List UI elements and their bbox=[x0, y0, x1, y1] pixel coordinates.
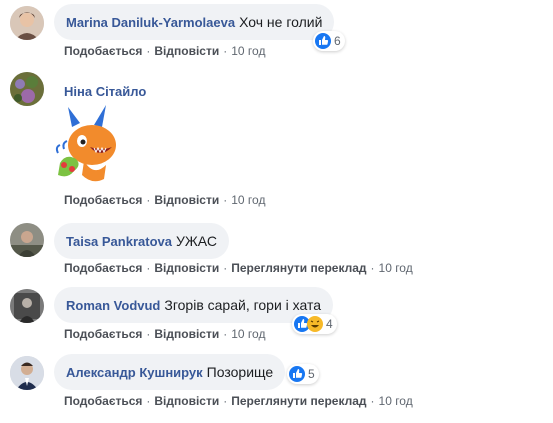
like-link[interactable]: Подобається bbox=[64, 193, 142, 207]
comment-author[interactable]: Ніна Сітайло bbox=[64, 84, 146, 99]
reply-link[interactable]: Відповісти bbox=[154, 44, 219, 58]
timestamp[interactable]: 10 год bbox=[231, 327, 265, 341]
comment-author[interactable]: Александр Кушнирук bbox=[66, 365, 203, 380]
comment-bubble: Александр Кушнирук Позорище bbox=[54, 354, 286, 390]
comment-bubble: Marina Daniluk-Yarmolaeva Хоч не голий bbox=[54, 4, 335, 40]
like-reaction-icon bbox=[289, 366, 305, 382]
see-translation-link[interactable]: Переглянути переклад bbox=[231, 261, 366, 275]
separator: · bbox=[223, 44, 228, 58]
timestamp[interactable]: 10 год bbox=[231, 193, 265, 207]
comment-actions: Подобається · Відповісти · 10 год bbox=[64, 327, 265, 341]
separator: · bbox=[223, 394, 228, 408]
separator: · bbox=[146, 394, 151, 408]
like-link[interactable]: Подобається bbox=[64, 394, 142, 408]
avatar[interactable] bbox=[10, 223, 44, 257]
reaction-summary[interactable]: 4 bbox=[292, 314, 337, 334]
reaction-summary[interactable]: 6 bbox=[313, 31, 345, 51]
comment-actions: Подобається · Відповісти · Переглянути перек… bbox=[64, 261, 413, 275]
separator: · bbox=[146, 327, 151, 341]
comment-text: Згорів сарай, гори і хата bbox=[164, 297, 322, 313]
reaction-count: 4 bbox=[326, 317, 333, 331]
comment-text: Позорище bbox=[206, 364, 274, 380]
separator: · bbox=[146, 44, 151, 58]
comment-author[interactable]: Taisa Pankratova bbox=[66, 234, 172, 249]
reaction-summary[interactable]: 5 bbox=[287, 364, 319, 384]
timestamp[interactable]: 10 год bbox=[379, 261, 413, 275]
comment-author[interactable]: Roman Vodvud bbox=[66, 298, 160, 313]
avatar[interactable] bbox=[10, 289, 44, 323]
avatar[interactable] bbox=[10, 6, 44, 40]
comment-author[interactable]: Marina Daniluk-Yarmolaeva bbox=[66, 15, 235, 30]
reply-link[interactable]: Відповісти bbox=[154, 327, 219, 341]
comment-actions: Подобається · Відповісти · 10 год bbox=[64, 44, 265, 58]
haha-reaction-icon bbox=[307, 316, 323, 332]
reply-link[interactable]: Відповісти bbox=[154, 394, 219, 408]
separator: · bbox=[370, 394, 375, 408]
like-reaction-icon bbox=[315, 33, 331, 49]
reply-link[interactable]: Відповісти bbox=[154, 261, 219, 275]
separator: · bbox=[223, 327, 228, 341]
separator: · bbox=[370, 261, 375, 275]
reaction-count: 6 bbox=[334, 34, 341, 48]
separator: · bbox=[146, 193, 151, 207]
reaction-count: 5 bbox=[308, 367, 315, 381]
comment-text: УЖАС bbox=[175, 233, 217, 249]
separator: · bbox=[223, 261, 228, 275]
timestamp[interactable]: 10 год bbox=[231, 44, 265, 58]
comment-bubble: Taisa Pankratova УЖАС bbox=[54, 223, 229, 259]
separator: · bbox=[146, 261, 151, 275]
comment-bubble: Roman Vodvud Згорів сарай, гори і хата bbox=[54, 287, 334, 323]
comment-actions: Подобається · Відповісти · 10 год bbox=[64, 193, 265, 207]
avatar[interactable] bbox=[10, 356, 44, 390]
see-translation-link[interactable]: Переглянути переклад bbox=[231, 394, 366, 408]
avatar[interactable] bbox=[10, 72, 44, 106]
separator: · bbox=[223, 193, 228, 207]
like-link[interactable]: Подобається bbox=[64, 44, 142, 58]
dragon-sticker bbox=[54, 105, 124, 185]
comment-actions: Подобається · Відповісти · Переглянути перек… bbox=[64, 394, 413, 408]
comment-text: Хоч не голий bbox=[239, 14, 323, 30]
timestamp[interactable]: 10 год bbox=[379, 394, 413, 408]
like-link[interactable]: Подобається bbox=[64, 327, 142, 341]
reply-link[interactable]: Відповісти bbox=[154, 193, 219, 207]
like-link[interactable]: Подобається bbox=[64, 261, 142, 275]
